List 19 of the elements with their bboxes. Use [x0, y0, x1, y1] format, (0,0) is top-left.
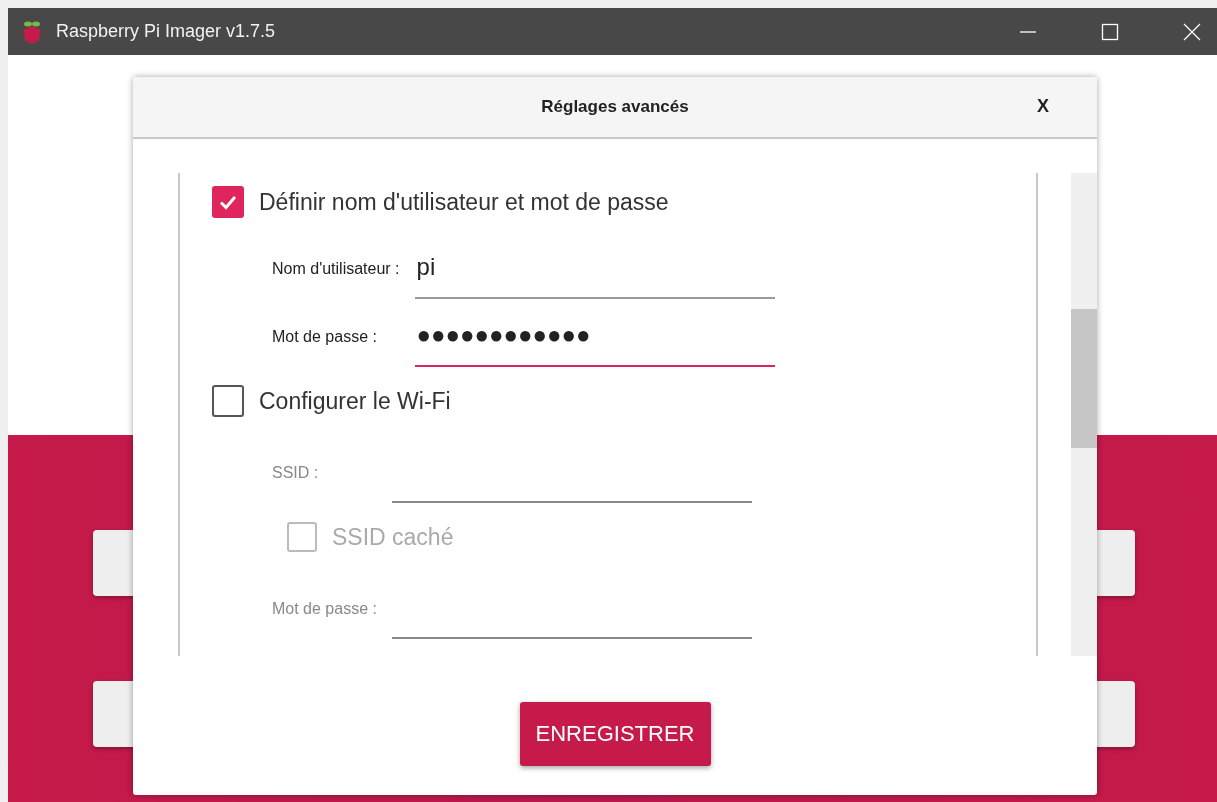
- scrollbar-thumb[interactable]: [1070, 309, 1097, 448]
- field-label: Mot de passe :: [272, 599, 377, 618]
- close-button[interactable]: X: [1033, 94, 1053, 119]
- dialog-title: Réglages avancés: [541, 97, 689, 117]
- input-field[interactable]: ●●●●●●●●●●●●: [414, 321, 775, 367]
- raspberry-icon: [22, 19, 42, 44]
- checkbox[interactable]: [212, 186, 244, 218]
- save-button[interactable]: ENREGISTRER: [519, 702, 711, 766]
- scrollbar[interactable]: [1070, 173, 1097, 656]
- field-label: SSID :: [272, 463, 320, 482]
- checkbox-label[interactable]: Configurer le Wi-Fi: [259, 387, 451, 415]
- field-label: Nom d'utilisateur :: [272, 259, 400, 278]
- checkbox-label[interactable]: Définir nom d'utilisateur et mot de passe: [259, 188, 669, 216]
- input-field[interactable]: pi: [414, 253, 775, 299]
- checkbox[interactable]: [212, 385, 244, 417]
- close-icon[interactable]: [1183, 22, 1201, 41]
- field-label: Mot de passe :: [272, 327, 378, 346]
- window-title: Raspberry Pi Imager v1.7.5: [56, 21, 276, 42]
- maximize-icon[interactable]: [1101, 22, 1119, 41]
